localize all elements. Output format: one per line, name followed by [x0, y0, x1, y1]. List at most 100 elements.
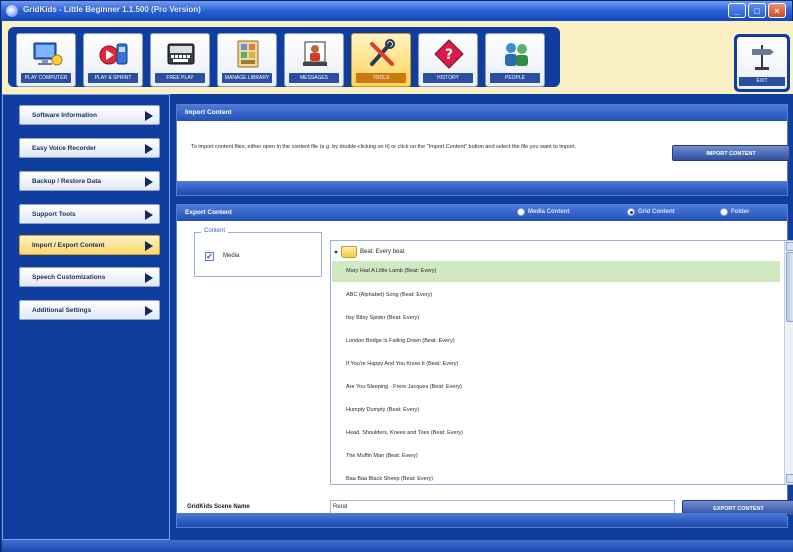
tree-item[interactable]: Humpty Dumpty (Beat: Every)	[332, 400, 780, 421]
exit-label: EXIT	[739, 77, 785, 86]
sidebar-item-easy-voice-recorder[interactable]: Easy Voice Recorder	[19, 138, 160, 158]
tool-history-button[interactable]: ? HISTORY	[418, 33, 478, 87]
tree-item[interactable]: If You're Happy And You Know It (Beat: E…	[332, 354, 780, 375]
sidebar-item-label: Backup / Restore Data	[32, 178, 101, 185]
scroll-down-button[interactable]	[786, 474, 793, 483]
arrow-right-icon	[145, 241, 153, 251]
sidebar-item-backup-restore[interactable]: Backup / Restore Data	[19, 171, 160, 191]
tool-play-computer-button[interactable]: PLAY COMPUTER	[16, 33, 76, 87]
tool-label: PLAY COMPUTER	[21, 73, 71, 83]
radio-button[interactable]	[517, 208, 525, 216]
computer-screen-icon	[33, 42, 63, 66]
tool-messages-button[interactable]: MESSAGES	[284, 33, 344, 87]
radio-label: Grid Content	[638, 209, 675, 215]
import-content-panel: Import Content To import content files, …	[176, 104, 790, 196]
library-grid-icon	[237, 40, 259, 68]
sidebar-item-speech-customizations[interactable]: Speech Customizations	[19, 267, 160, 287]
radio-button[interactable]	[627, 208, 635, 216]
tool-label: HISTORY	[423, 73, 473, 83]
import-panel-title: Import Content	[177, 105, 787, 121]
app-logo-icon	[6, 5, 18, 17]
arrow-right-icon	[145, 144, 153, 154]
scene-name-label: GridKids Scene Name	[187, 504, 250, 510]
scroll-up-button[interactable]	[786, 242, 793, 251]
tool-play-sprint-button[interactable]: PLAY & SPRINT	[83, 33, 143, 87]
tool-tools-button[interactable]: TOOLS	[351, 33, 411, 87]
radio-grid-content[interactable]: Grid Content	[627, 208, 675, 216]
tree-root-node[interactable]: Beat: Every beat	[334, 245, 404, 259]
tree-item[interactable]: London Bridge Is Falling Down (Beat: Eve…	[332, 331, 780, 352]
close-button[interactable]: ×	[768, 3, 786, 18]
tools-icon	[370, 39, 395, 66]
tool-label: FREE PLAY	[155, 73, 205, 83]
tree-item[interactable]: Mary Had A Little Lamb (Beat: Every)	[332, 261, 780, 282]
tool-label: PLAY & SPRINT	[88, 73, 138, 83]
tool-label: MANAGE LIBRARY	[222, 73, 272, 83]
app-window: GridKids - Little Beginner 1.1.500 (Pro …	[0, 0, 793, 552]
keyboard-icon	[167, 43, 195, 65]
sidebar-item-import-export-content[interactable]: Import / Export Content	[19, 235, 160, 255]
media-checkbox-label: Media	[223, 253, 240, 259]
arrow-right-icon	[145, 177, 153, 187]
play-paint-icon	[99, 43, 128, 65]
content-group: Content ✓ Media	[194, 228, 322, 277]
window-controls: _ □ ×	[728, 3, 786, 18]
scroll-thumb[interactable]	[786, 252, 793, 322]
radio-folder[interactable]: Folder	[720, 208, 749, 216]
maximize-button[interactable]: □	[748, 3, 766, 18]
sidebar: Software Information Easy Voice Recorder…	[2, 94, 170, 540]
import-description: To import content files, either open in …	[191, 144, 577, 150]
content-tree[interactable]: Beat: Every beat Mary Had A Little Lamb …	[330, 240, 793, 485]
person-board-icon	[303, 41, 327, 66]
svg-text:?: ?	[445, 47, 453, 63]
toolbar-group: PLAY COMPUTER PLAY & SPRINT FREE PLAY MA…	[8, 27, 560, 87]
sidebar-item-label: Easy Voice Recorder	[32, 145, 97, 152]
vertical-scrollbar[interactable]	[784, 241, 793, 484]
sidebar-item-additional-settings[interactable]: Additional Settings	[19, 300, 160, 320]
sidebar-item-support-tools[interactable]: Support Tools	[19, 204, 160, 224]
tool-people-button[interactable]: PEOPLE	[485, 33, 545, 87]
radio-label: Folder	[731, 209, 750, 215]
export-content-panel: Export Content Media Content Grid Conten…	[176, 204, 793, 528]
tool-label: TOOLS	[356, 73, 406, 83]
sidebar-item-software-information[interactable]: Software Information	[19, 105, 160, 125]
tool-free-play-button[interactable]: FREE PLAY	[150, 33, 210, 87]
tree-item[interactable]: Itsy Bitsy Spider (Beat: Every)	[332, 308, 780, 329]
main-content: Import Content To import content files, …	[172, 94, 793, 540]
tool-label: MESSAGES	[289, 73, 339, 83]
tree-item[interactable]: Baa Baa Black Sheep (Beat: Every)	[332, 469, 780, 484]
tree-item[interactable]: ABC (Alphabet) Song (Beat: Every)	[332, 285, 780, 306]
sidebar-item-label: Speech Customizations	[32, 274, 106, 281]
tool-manage-library-button[interactable]: MANAGE LIBRARY	[217, 33, 277, 87]
exit-button-face: EXIT	[737, 37, 787, 89]
minimize-button[interactable]: _	[728, 3, 746, 18]
export-panel-title: Export Content Media Content Grid Conten…	[177, 205, 787, 221]
window-title: GridKids - Little Beginner 1.1.500 (Pro …	[23, 5, 201, 14]
import-panel-footer	[177, 181, 787, 195]
main-toolbar: PLAY COMPUTER PLAY & SPRINT FREE PLAY MA…	[2, 21, 793, 94]
media-checkbox[interactable]: ✓	[205, 252, 214, 261]
import-content-button[interactable]: IMPORT CONTENT	[672, 145, 790, 161]
sidebar-item-label: Software Information	[32, 112, 98, 119]
tree-item[interactable]: The Muffin Man (Beat: Every)	[332, 446, 780, 467]
arrow-right-icon	[145, 306, 153, 316]
export-panel-title-text: Export Content	[185, 209, 232, 216]
radio-button[interactable]	[720, 208, 728, 216]
tree-item[interactable]: Head, Shoulders, Knees and Toes (Beat: E…	[332, 423, 780, 444]
diamond-question-icon: ?	[434, 39, 464, 69]
exit-button[interactable]: EXIT	[734, 34, 790, 92]
scene-name-input[interactable]: Rend	[330, 500, 675, 514]
tool-label: PEOPLE	[490, 73, 540, 83]
radio-media-content[interactable]: Media Content	[517, 208, 569, 216]
tree-item[interactable]: Are You Sleeping - Frere Jacques (Beat: …	[332, 377, 780, 398]
tree-root-label: Beat: Every beat	[360, 249, 405, 255]
sidebar-item-label: Import / Export Content	[32, 242, 105, 249]
status-bar	[2, 540, 793, 552]
sidebar-item-label: Additional Settings	[32, 307, 92, 314]
title-bar[interactable]: GridKids - Little Beginner 1.1.500 (Pro …	[1, 1, 792, 21]
arrow-right-icon	[145, 111, 153, 121]
radio-label: Media Content	[528, 209, 570, 215]
folder-icon	[341, 246, 357, 258]
expand-arrow-icon[interactable]	[334, 250, 338, 254]
arrow-right-icon	[145, 210, 153, 220]
